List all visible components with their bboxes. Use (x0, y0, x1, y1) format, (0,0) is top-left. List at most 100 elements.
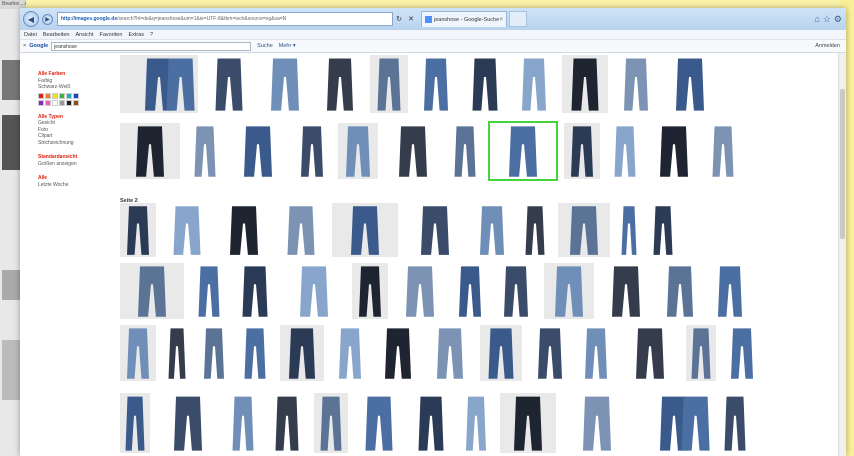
image-thumbnail[interactable] (188, 123, 222, 179)
image-thumbnail[interactable] (206, 55, 252, 113)
image-thumbnail[interactable] (648, 203, 678, 257)
image-thumbnail[interactable] (226, 393, 260, 453)
new-tab-button[interactable] (509, 11, 527, 27)
toolbar-more-button[interactable]: Mehr ▾ (279, 43, 296, 49)
toolbar-search-input[interactable]: jeanshose (51, 41, 252, 51)
image-thumbnail[interactable] (376, 325, 420, 381)
color-swatch[interactable] (38, 92, 44, 99)
color-swatch[interactable] (45, 99, 51, 106)
stop-icon[interactable]: ✕ (405, 12, 417, 26)
refresh-icon[interactable]: ↻ (393, 12, 405, 26)
image-thumbnail[interactable] (314, 393, 348, 453)
image-thumbnail[interactable] (544, 263, 594, 319)
image-thumbnail[interactable] (120, 393, 150, 453)
image-thumbnail[interactable] (460, 393, 492, 453)
color-swatch[interactable] (73, 92, 79, 99)
image-thumbnail[interactable] (410, 393, 452, 453)
image-thumbnail[interactable] (192, 263, 226, 319)
tab-close-icon[interactable]: × (499, 17, 503, 23)
menu-item-ansicht[interactable]: Ansicht (75, 32, 93, 38)
sign-in-link[interactable]: Anmelden (815, 43, 840, 49)
image-thumbnail[interactable] (664, 55, 716, 113)
menu-item-extras[interactable]: Extras (128, 32, 144, 38)
image-thumbnail[interactable] (164, 325, 190, 381)
color-swatch[interactable] (59, 99, 65, 106)
image-thumbnail[interactable] (386, 123, 440, 179)
image-thumbnail[interactable] (120, 123, 180, 179)
image-thumbnail[interactable] (120, 263, 184, 319)
image-thumbnail[interactable] (724, 325, 760, 381)
image-thumbnail[interactable] (406, 203, 464, 257)
image-thumbnail[interactable] (650, 123, 698, 179)
image-thumbnail[interactable] (564, 123, 600, 179)
image-thumbnail[interactable] (238, 325, 272, 381)
image-thumbnail[interactable] (618, 203, 640, 257)
back-arrow-icon[interactable]: ◀ (23, 11, 39, 27)
color-swatch[interactable] (52, 99, 58, 106)
image-thumbnail[interactable] (718, 393, 752, 453)
image-thumbnail[interactable] (230, 123, 286, 179)
image-thumbnail[interactable] (338, 123, 378, 179)
image-thumbnail[interactable] (352, 263, 388, 319)
image-thumbnail[interactable] (578, 325, 614, 381)
image-thumbnail[interactable] (602, 263, 650, 319)
image-thumbnail[interactable] (622, 325, 678, 381)
image-thumbnail[interactable] (448, 123, 482, 179)
image-thumbnail[interactable] (278, 203, 324, 257)
image-thumbnail[interactable] (234, 263, 276, 319)
scrollbar-thumb[interactable] (840, 89, 845, 239)
image-thumbnail[interactable] (428, 325, 472, 381)
time-option[interactable]: Letzte Woche (38, 182, 118, 189)
view-option[interactable]: Größen anzeigen (38, 161, 118, 168)
image-thumbnail[interactable] (218, 203, 270, 257)
color-swatch[interactable] (66, 92, 72, 99)
filter-color-option[interactable]: Schwarz-Weiß (38, 84, 118, 91)
image-thumbnail[interactable] (396, 263, 444, 319)
image-thumbnail[interactable] (120, 203, 156, 257)
vertical-scrollbar[interactable] (838, 53, 846, 456)
menu-item-bearbeiten[interactable]: Bearbeiten (43, 32, 70, 38)
filter-type-option[interactable]: Strichzeichnung (38, 140, 118, 147)
gear-icon[interactable]: ⚙ (834, 14, 842, 25)
image-thumbnail[interactable] (120, 55, 198, 113)
image-thumbnail[interactable] (520, 203, 550, 257)
home-icon[interactable]: ⌂ (814, 14, 819, 25)
image-thumbnail[interactable] (616, 55, 656, 113)
image-thumbnail[interactable] (706, 123, 740, 179)
toolbar-close-icon[interactable]: × (23, 43, 26, 49)
color-swatch[interactable] (59, 92, 65, 99)
image-thumbnail[interactable] (496, 263, 536, 319)
image-thumbnail[interactable] (260, 55, 310, 113)
color-swatch[interactable] (52, 92, 58, 99)
forward-arrow-icon[interactable]: ▶ (42, 13, 53, 25)
toolbar-search-button[interactable]: Suche (257, 43, 273, 49)
image-thumbnail[interactable] (464, 55, 506, 113)
image-thumbnail[interactable] (658, 263, 702, 319)
image-thumbnail[interactable] (488, 121, 558, 181)
image-thumbnail[interactable] (294, 123, 330, 179)
image-thumbnail[interactable] (472, 203, 512, 257)
menu-item-favoriten[interactable]: Favoriten (100, 32, 123, 38)
image-thumbnail[interactable] (638, 393, 710, 453)
image-thumbnail[interactable] (332, 325, 368, 381)
image-thumbnail[interactable] (416, 55, 456, 113)
image-thumbnail[interactable] (608, 123, 642, 179)
image-thumbnail[interactable] (318, 55, 362, 113)
image-thumbnail[interactable] (564, 393, 630, 453)
color-swatch[interactable] (66, 99, 72, 106)
image-thumbnail[interactable] (686, 325, 716, 381)
menu-item-help[interactable]: ? (150, 32, 153, 38)
image-thumbnail[interactable] (158, 393, 218, 453)
color-swatch[interactable] (45, 92, 51, 99)
image-thumbnail[interactable] (500, 393, 556, 453)
image-thumbnail[interactable] (164, 203, 210, 257)
image-thumbnail[interactable] (480, 325, 522, 381)
image-thumbnail[interactable] (284, 263, 344, 319)
image-thumbnail[interactable] (332, 203, 398, 257)
image-thumbnail[interactable] (558, 203, 610, 257)
color-swatch[interactable] (38, 99, 44, 106)
tab-google-search[interactable]: jeanshose - Google-Suche × (421, 11, 507, 27)
address-bar[interactable]: http://images.google.de /search?hl=de&q=… (57, 12, 393, 26)
image-thumbnail[interactable] (370, 55, 408, 113)
color-swatch[interactable] (73, 99, 79, 106)
